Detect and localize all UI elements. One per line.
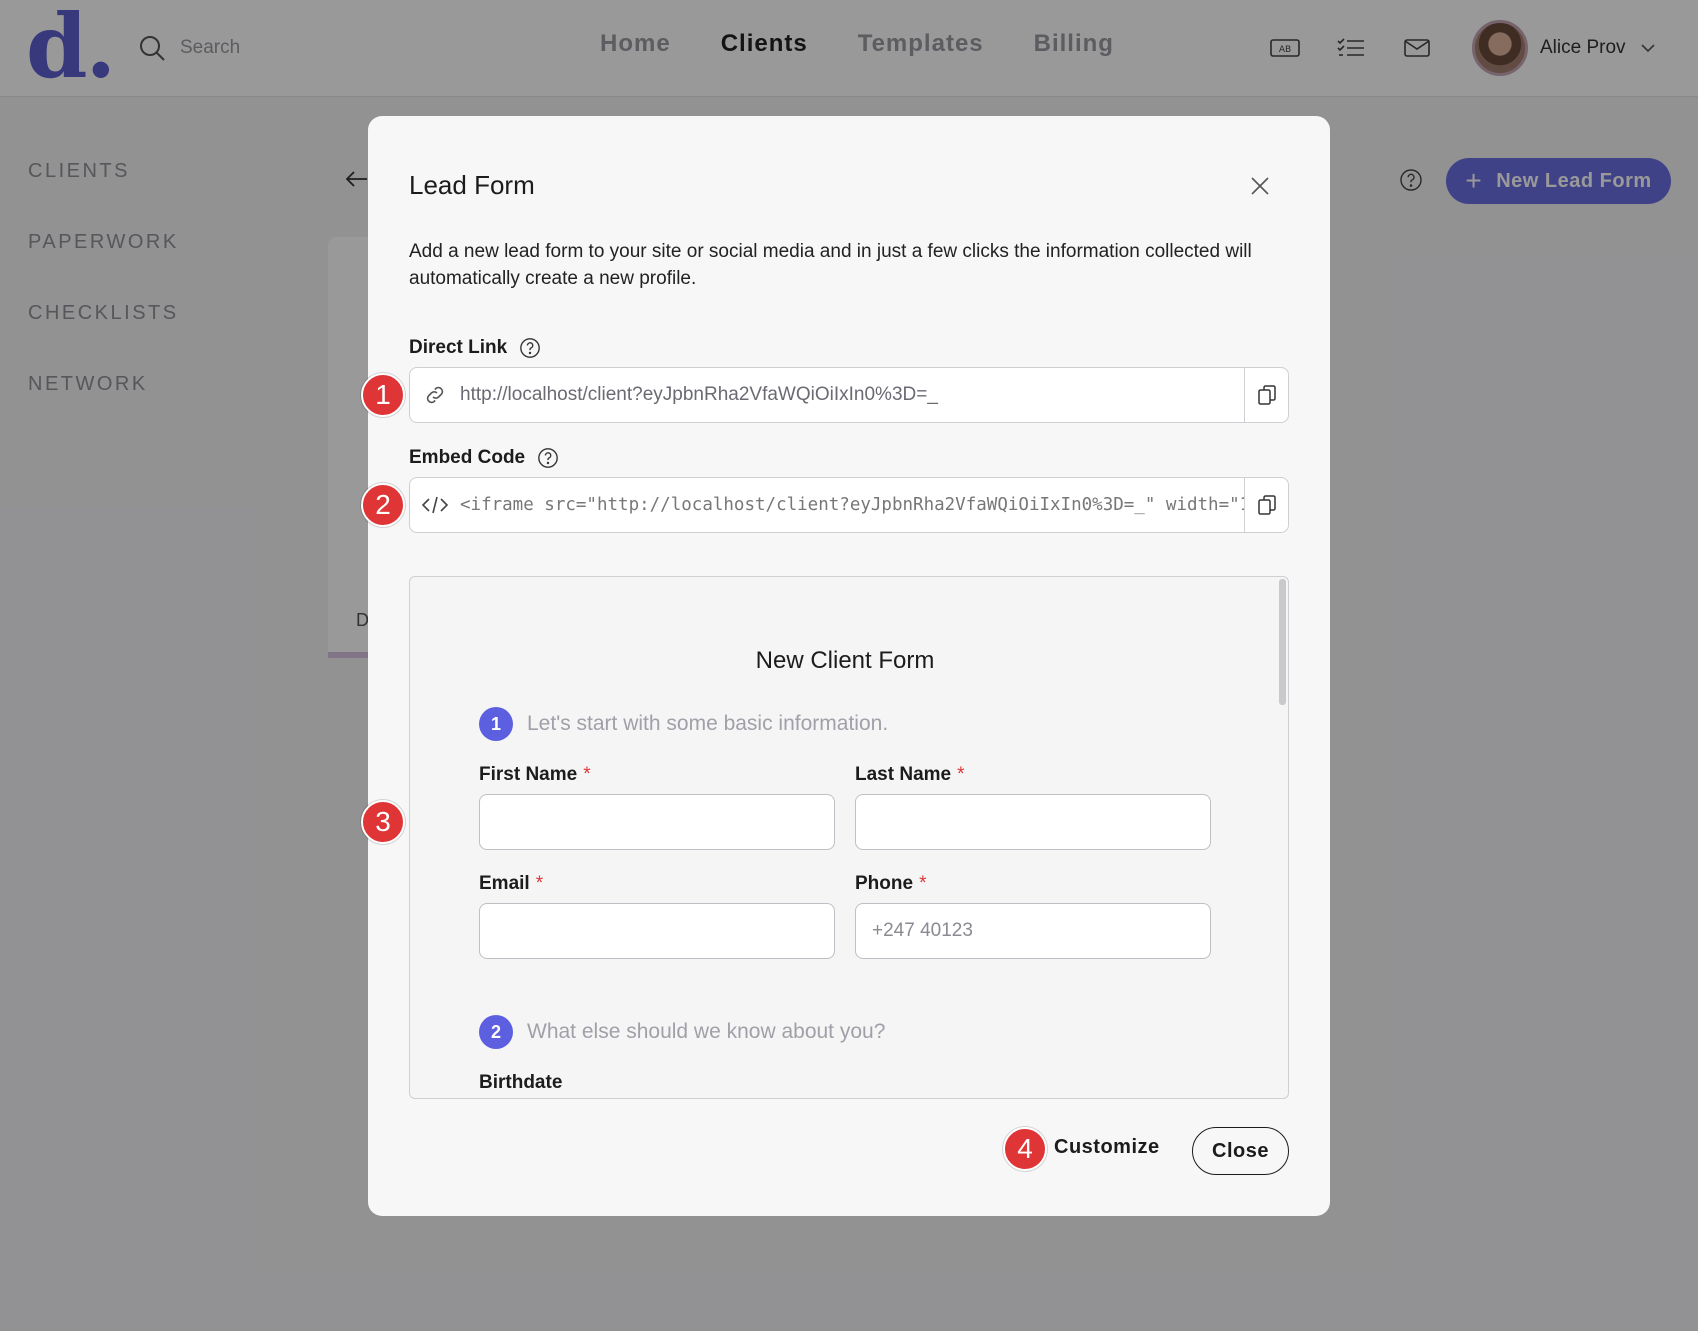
preview-form-title: New Client Form <box>755 647 935 674</box>
help-icon[interactable] <box>537 447 559 469</box>
copy-direct-link-button[interactable] <box>1244 368 1288 422</box>
copy-icon <box>1257 495 1276 515</box>
close-button[interactable]: Close <box>1192 1127 1289 1175</box>
birthdate-label: Birthdate <box>479 1072 563 1093</box>
phone-input[interactable]: +247 40123 <box>855 903 1211 959</box>
step-2-text: What else should we know about you? <box>527 1020 886 1043</box>
direct-link-label: Direct Link <box>409 337 541 359</box>
modal-description: Add a new lead form to your site or soci… <box>409 241 1252 289</box>
first-name-input[interactable] <box>479 794 835 850</box>
step-1-text: Let's start with some basic information. <box>527 712 889 735</box>
help-icon[interactable] <box>519 337 541 359</box>
annotation-marker-3: 3 <box>361 800 405 844</box>
first-name-label: First Name * <box>479 764 591 785</box>
email-label: Email * <box>479 873 544 894</box>
step-1-header: 1 Let's start with some basic informatio… <box>479 707 888 741</box>
direct-link-field[interactable]: http://localhost/client?eyJpbnRha2VfaWQi… <box>409 367 1289 423</box>
email-input[interactable] <box>479 903 835 959</box>
embed-code-label: Embed Code <box>409 447 559 469</box>
link-icon <box>410 368 460 422</box>
embed-code-field[interactable]: <iframe src="http://localhost/client?eyJ… <box>409 477 1289 533</box>
phone-label: Phone * <box>855 873 927 894</box>
step-2-badge: 2 <box>479 1015 513 1049</box>
lead-form-modal: Lead Form Add a new lead form to your si… <box>368 116 1330 1216</box>
copy-embed-code-button[interactable] <box>1244 478 1288 532</box>
annotation-marker-4: 4 <box>1003 1127 1047 1171</box>
copy-icon <box>1257 385 1276 405</box>
code-icon <box>410 478 460 532</box>
customize-button[interactable]: Customize <box>1054 1136 1160 1159</box>
step-1-badge: 1 <box>479 707 513 741</box>
step-2-header: 2 What else should we know about you? <box>479 1015 885 1049</box>
embed-code-value[interactable]: <iframe src="http://localhost/client?eyJ… <box>460 495 1244 515</box>
form-preview[interactable]: New Client Form 1 Let's start with some … <box>409 576 1289 1099</box>
modal-title: Lead Form <box>409 170 535 200</box>
preview-scrollbar[interactable] <box>1279 579 1286 705</box>
annotation-marker-2: 2 <box>361 483 405 527</box>
last-name-input[interactable] <box>855 794 1211 850</box>
last-name-label: Last Name * <box>855 764 965 785</box>
annotation-marker-1: 1 <box>361 373 405 417</box>
direct-link-value[interactable]: http://localhost/client?eyJpbnRha2VfaWQi… <box>460 384 1244 406</box>
close-icon[interactable] <box>1248 174 1272 198</box>
